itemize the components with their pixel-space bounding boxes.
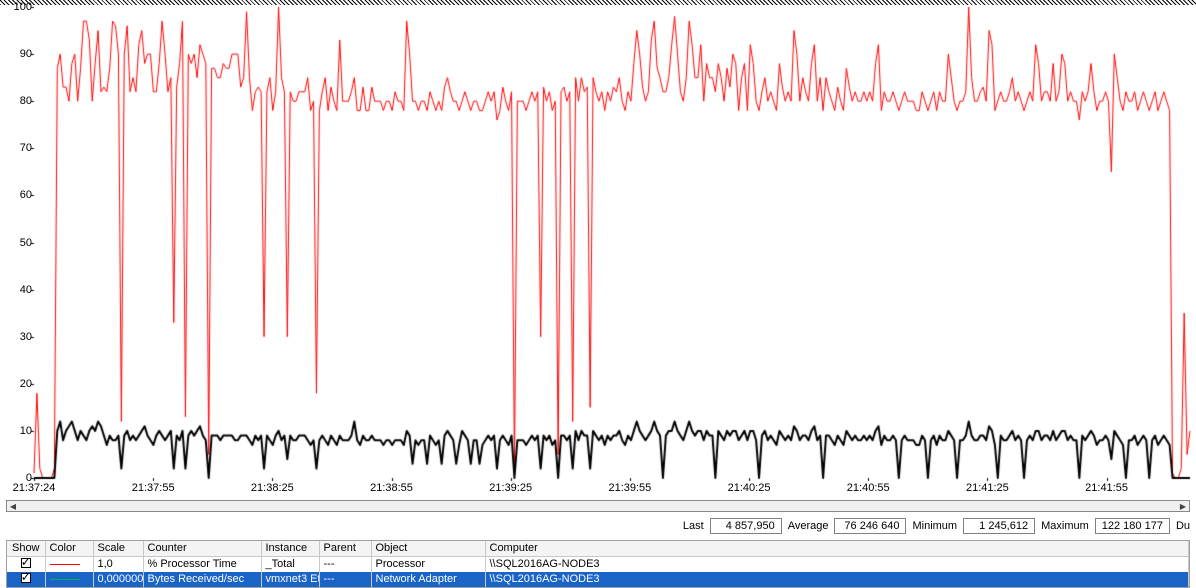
y-tick-label: 20 — [4, 378, 32, 390]
y-tick-label: 50 — [4, 237, 32, 249]
cell-object: Network Adapter — [371, 572, 485, 587]
counter-grid[interactable]: Show Color Scale Counter Instance Parent… — [6, 540, 1190, 588]
header-color[interactable]: Color — [45, 541, 93, 556]
cell-object: Processor — [371, 556, 485, 572]
cell-scale: 1,0 — [93, 556, 143, 572]
header-parent[interactable]: Parent — [319, 541, 371, 556]
grid-header-row[interactable]: Show Color Scale Counter Instance Parent… — [7, 541, 1189, 556]
x-tick-label: 21:39:25 — [489, 482, 532, 494]
x-tick-label: 21:37:24 — [13, 482, 56, 494]
cell-computer: \\SQL2016AG-NODE3 — [485, 556, 1189, 572]
y-tick-label: 10 — [4, 425, 32, 437]
x-tick-label: 21:40:55 — [847, 482, 890, 494]
avg-value: 76 246 640 — [834, 518, 906, 534]
y-tick-label: 100 — [4, 1, 32, 13]
last-value: 4 857,950 — [710, 518, 782, 534]
stats-bar: Last 4 857,950 Average 76 246 640 Minimu… — [0, 516, 1196, 536]
header-scale[interactable]: Scale — [93, 541, 143, 556]
show-checkbox[interactable] — [21, 573, 31, 583]
x-tick-label: 21:39:55 — [608, 482, 651, 494]
x-tick-label: 21:37:55 — [132, 482, 175, 494]
cell-parent: --- — [319, 572, 371, 587]
max-label: Maximum — [1039, 520, 1091, 532]
color-swatch — [50, 564, 80, 565]
color-swatch — [50, 579, 80, 580]
cell-scale: 0,0000001 — [93, 572, 143, 587]
x-tick-label: 21:41:25 — [966, 482, 1009, 494]
scroll-left-icon[interactable]: ◀ — [7, 501, 19, 511]
min-label: Minimum — [910, 520, 959, 532]
y-tick-label: 60 — [4, 189, 32, 201]
avg-label: Average — [786, 520, 831, 532]
header-counter[interactable]: Counter — [143, 541, 261, 556]
cell-instance: _Total — [261, 556, 319, 572]
scroll-right-icon[interactable]: ▶ — [1177, 501, 1189, 511]
y-tick-label: 80 — [4, 95, 32, 107]
x-tick-label: 21:40:25 — [728, 482, 771, 494]
table-row[interactable]: 1,0% Processor Time_Total---Processor\\S… — [7, 556, 1189, 572]
chart-canvas — [0, 5, 1196, 502]
min-value: 1 245,612 — [963, 518, 1035, 534]
y-tick-label: 70 — [4, 142, 32, 154]
time-scrollbar[interactable]: ◀ ▶ — [6, 500, 1190, 512]
header-object[interactable]: Object — [371, 541, 485, 556]
perfmon-chart[interactable]: 010203040506070809010021:37:2421:37:5521… — [0, 0, 1196, 497]
y-tick-label: 30 — [4, 331, 32, 343]
y-tick-label: 40 — [4, 284, 32, 296]
cell-instance: vmxnet3 Et... — [261, 572, 319, 587]
header-show[interactable]: Show — [7, 541, 45, 556]
y-tick-label: 90 — [4, 48, 32, 60]
header-computer[interactable]: Computer — [485, 541, 1189, 556]
header-instance[interactable]: Instance — [261, 541, 319, 556]
cell-counter: Bytes Received/sec — [143, 572, 261, 587]
max-value: 122 180 177 — [1095, 518, 1170, 534]
cell-parent: --- — [319, 556, 371, 572]
cell-counter: % Processor Time — [143, 556, 261, 572]
table-row[interactable]: 0,0000001Bytes Received/secvmxnet3 Et...… — [7, 572, 1189, 587]
x-tick-label: 21:38:55 — [370, 482, 413, 494]
x-tick-label: 21:41:55 — [1085, 482, 1128, 494]
show-checkbox[interactable] — [21, 558, 31, 568]
x-tick-label: 21:38:25 — [251, 482, 294, 494]
cell-computer: \\SQL2016AG-NODE3 — [485, 572, 1189, 587]
last-label: Last — [681, 520, 706, 532]
dur-label: Du — [1174, 520, 1192, 532]
